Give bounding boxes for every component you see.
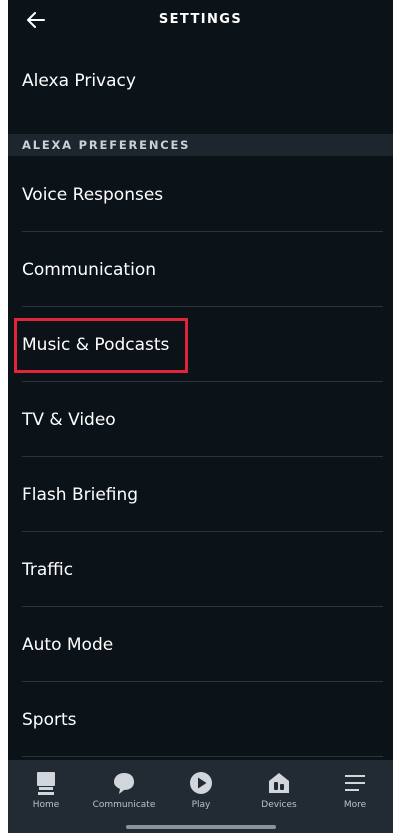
settings-item-traffic[interactable]: Traffic (22, 533, 383, 607)
settings-item-label: Flash Briefing (22, 484, 139, 505)
chat-bubble-icon (114, 773, 134, 794)
section-header-alexa-preferences: ALEXA PREFERENCES (8, 134, 393, 156)
section-header-label: ALEXA PREFERENCES (22, 138, 191, 152)
tab-play[interactable]: Play (163, 768, 239, 818)
tab-label: Play (191, 800, 211, 810)
tab-home[interactable]: Home (8, 768, 84, 818)
menu-icon (345, 775, 365, 791)
tab-devices[interactable]: Devices (241, 768, 317, 818)
tab-more[interactable]: More (317, 768, 393, 818)
highlight-box (14, 318, 188, 373)
settings-item-label: Communication (22, 259, 156, 280)
settings-item-label: Voice Responses (22, 184, 164, 205)
settings-item-tv-video[interactable]: TV & Video (22, 383, 383, 457)
tab-label: Home (32, 800, 60, 810)
settings-item-sports[interactable]: Sports (22, 683, 383, 757)
alexa-privacy-label: Alexa Privacy (22, 71, 136, 91)
settings-item-label: Auto Mode (22, 634, 114, 655)
settings-item-auto-mode[interactable]: Auto Mode (22, 608, 383, 682)
settings-item-label: Traffic (22, 559, 74, 580)
alexa-privacy-row[interactable]: Alexa Privacy (22, 44, 383, 118)
home-icon (37, 772, 55, 795)
settings-item-label: TV & Video (22, 409, 116, 430)
tab-label: More (343, 800, 367, 810)
settings-item-label: Sports (22, 709, 77, 730)
home-indicator (126, 825, 276, 829)
tab-label: Devices (261, 800, 297, 810)
settings-item-communication[interactable]: Communication (22, 233, 383, 307)
devices-icon (269, 773, 289, 793)
header: SETTINGS (8, 0, 393, 40)
settings-item-flash-briefing[interactable]: Flash Briefing (22, 458, 383, 532)
tab-label: Communicate (92, 800, 156, 810)
play-icon (190, 772, 212, 794)
settings-item-voice-responses[interactable]: Voice Responses (22, 158, 383, 232)
tab-communicate[interactable]: Communicate (86, 768, 162, 818)
bottom-tab-bar: Home Communicate Play Devices More (8, 760, 393, 833)
settings-screen: SETTINGS Alexa Privacy ALEXA PREFERENCES… (8, 0, 393, 833)
page-title: SETTINGS (158, 12, 243, 27)
